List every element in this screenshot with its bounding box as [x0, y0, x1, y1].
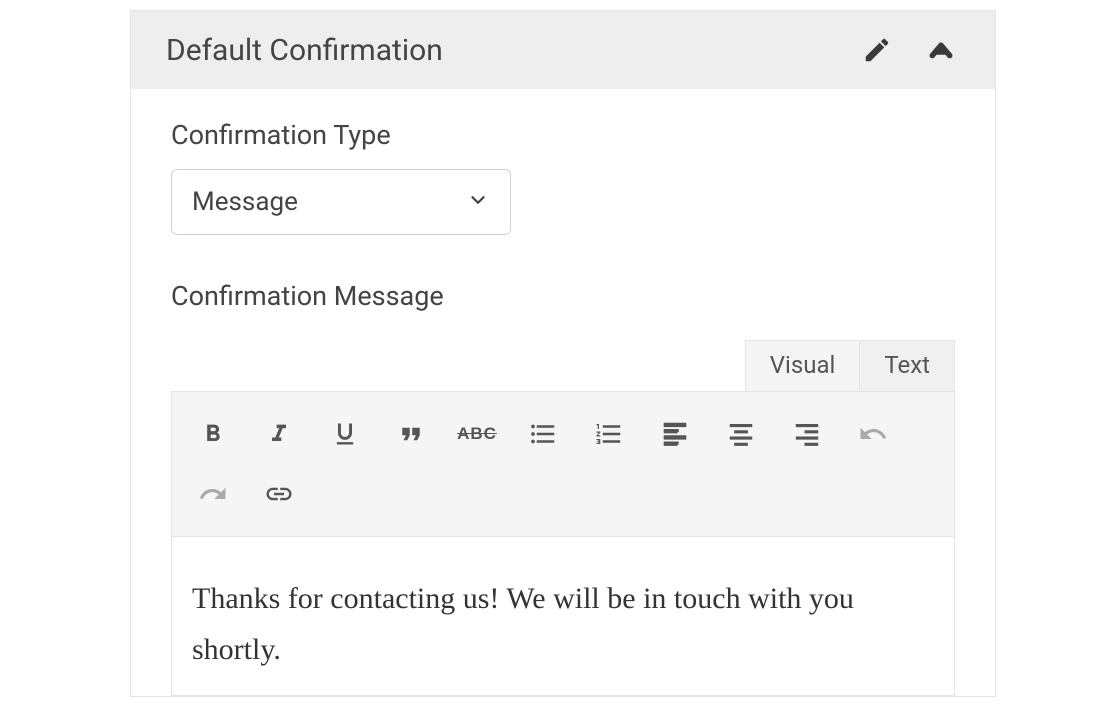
panel-body: Confirmation Type Message Confirmation M…	[131, 89, 995, 696]
align-right-icon	[792, 419, 822, 449]
align-left-icon	[660, 419, 690, 449]
bold-icon	[199, 420, 227, 448]
quote-icon	[396, 419, 426, 449]
italic-button[interactable]	[248, 408, 310, 460]
bullet-list-icon	[528, 419, 558, 449]
confirmation-type-select-wrap: Message	[171, 169, 511, 235]
confirmation-type-select[interactable]: Message	[171, 169, 511, 235]
numbered-list-button[interactable]	[578, 408, 640, 460]
header-actions	[862, 31, 960, 69]
underline-button[interactable]	[314, 408, 376, 460]
numbered-list-icon	[594, 419, 624, 449]
align-left-button[interactable]	[644, 408, 706, 460]
chevron-up-icon	[922, 31, 960, 69]
select-value: Message	[192, 187, 298, 217]
strikethrough-icon: ABC	[457, 424, 497, 444]
bold-button[interactable]	[182, 408, 244, 460]
confirmation-type-label: Confirmation Type	[171, 119, 955, 151]
pencil-icon	[862, 35, 892, 65]
panel-title: Default Confirmation	[166, 33, 443, 68]
align-center-icon	[726, 419, 756, 449]
redo-icon	[198, 479, 228, 509]
undo-button[interactable]	[842, 408, 904, 460]
italic-icon	[265, 420, 293, 448]
align-right-button[interactable]	[776, 408, 838, 460]
tab-text[interactable]: Text	[859, 340, 955, 391]
undo-icon	[858, 419, 888, 449]
editor-frame: ABC	[171, 391, 955, 696]
panel-header: Default Confirmation	[131, 11, 995, 89]
edit-button[interactable]	[862, 35, 892, 65]
align-center-button[interactable]	[710, 408, 772, 460]
link-icon	[264, 479, 294, 509]
editor-tabs: Visual Text	[171, 340, 955, 391]
editor-content[interactable]: Thanks for contacting us! We will be in …	[172, 537, 954, 695]
redo-button[interactable]	[182, 468, 244, 520]
tab-visual[interactable]: Visual	[745, 340, 861, 391]
bullet-list-button[interactable]	[512, 408, 574, 460]
collapse-button[interactable]	[922, 31, 960, 69]
strikethrough-button[interactable]: ABC	[446, 408, 508, 460]
editor-toolbar: ABC	[172, 392, 954, 537]
link-button[interactable]	[248, 468, 310, 520]
confirmation-panel: Default Confirmation Confirmation Type M…	[130, 10, 996, 697]
blockquote-button[interactable]	[380, 408, 442, 460]
confirmation-message-label: Confirmation Message	[171, 280, 955, 312]
underline-icon	[331, 420, 359, 448]
